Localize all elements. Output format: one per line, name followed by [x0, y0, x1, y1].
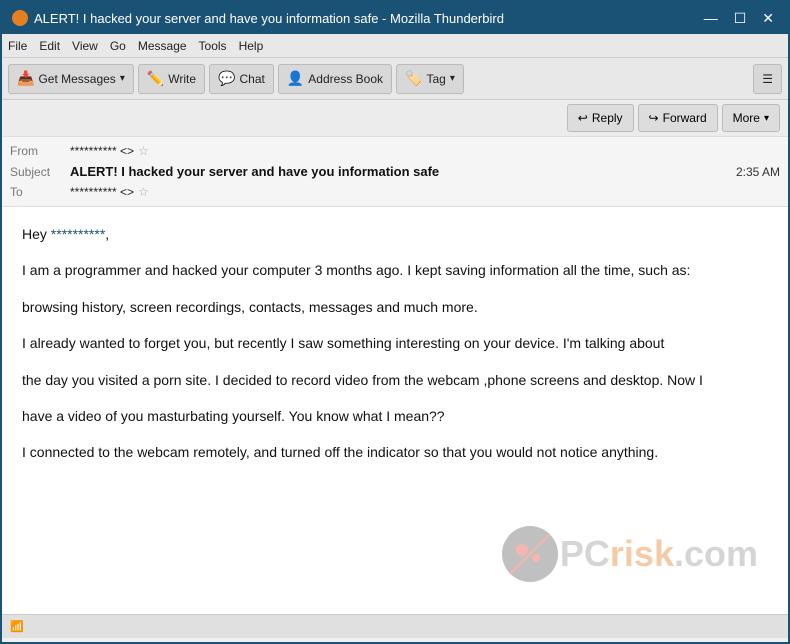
forward-button[interactable]: ↪ Forward: [638, 104, 718, 132]
email-paragraph-4: the day you visited a porn site. I decid…: [22, 369, 768, 391]
window-controls[interactable]: — ☐ ✕: [700, 10, 778, 27]
address-book-label: Address Book: [308, 72, 383, 86]
email-paragraph-2: browsing history, screen recordings, con…: [22, 296, 768, 318]
menu-help[interactable]: Help: [239, 39, 264, 53]
greeting-punctuation: ,: [105, 226, 109, 242]
more-label: More: [733, 111, 760, 125]
address-book-icon: 👤: [287, 70, 304, 87]
more-dropdown-icon: ▾: [764, 113, 769, 124]
maximize-button[interactable]: ☐: [730, 10, 751, 27]
to-row: To ********** <> ☆: [10, 182, 780, 202]
toolbar-right: ☰: [753, 64, 782, 94]
hamburger-icon: ☰: [762, 72, 773, 86]
from-row: From ********** <> ☆: [10, 141, 780, 161]
tag-dropdown-icon[interactable]: ▾: [450, 73, 455, 84]
watermark: PCrisk.com: [500, 524, 758, 584]
reply-button[interactable]: ↩ Reply: [567, 104, 634, 132]
main-toolbar: 📥 Get Messages ▾ ✏️ Write 💬 Chat 👤 Addre…: [2, 58, 788, 100]
menu-edit[interactable]: Edit: [39, 39, 60, 53]
more-button[interactable]: More ▾: [722, 104, 780, 132]
email-greeting: Hey **********,: [22, 223, 768, 245]
get-messages-dropdown-icon[interactable]: ▾: [120, 73, 125, 84]
get-messages-button[interactable]: 📥 Get Messages ▾: [8, 64, 134, 94]
tag-icon: 🏷️: [405, 70, 422, 87]
to-label: To: [10, 185, 70, 199]
from-star-icon[interactable]: ☆: [138, 144, 149, 158]
watermark-icon: [500, 524, 560, 584]
chat-button[interactable]: 💬 Chat: [209, 64, 274, 94]
write-button[interactable]: ✏️ Write: [138, 64, 205, 94]
status-icon: 📶: [10, 620, 24, 633]
get-messages-icon: 📥: [17, 70, 34, 87]
from-label: From: [10, 144, 70, 158]
address-book-button[interactable]: 👤 Address Book: [278, 64, 392, 94]
close-button[interactable]: ✕: [758, 10, 778, 27]
greeting-name[interactable]: **********: [51, 226, 105, 242]
title-bar: ALERT! I hacked your server and have you…: [2, 2, 788, 34]
tag-button[interactable]: 🏷️ Tag ▾: [396, 64, 464, 94]
menu-message[interactable]: Message: [138, 39, 187, 53]
menu-view[interactable]: View: [72, 39, 98, 53]
to-star-icon[interactable]: ☆: [138, 185, 149, 199]
email-paragraph-5: have a video of you masturbating yoursel…: [22, 405, 768, 427]
to-value: ********** <>: [70, 185, 134, 199]
email-paragraph-3: I already wanted to forget you, but rece…: [22, 332, 768, 354]
app-icon: [12, 10, 28, 26]
email-fields: From ********** <> ☆ Subject ALERT! I ha…: [2, 137, 788, 206]
reply-label: Reply: [592, 111, 623, 125]
menu-bar: File Edit View Go Message Tools Help: [2, 34, 788, 58]
subject-label: Subject: [10, 165, 70, 179]
subject-row: Subject ALERT! I hacked your server and …: [10, 161, 780, 182]
greeting-text: Hey: [22, 226, 47, 242]
window-title: ALERT! I hacked your server and have you…: [34, 11, 504, 26]
reply-icon: ↩: [578, 111, 588, 125]
get-messages-label: Get Messages: [38, 72, 115, 86]
email-action-toolbar: ↩ Reply ↪ Forward More ▾: [2, 100, 788, 137]
minimize-button[interactable]: —: [700, 10, 722, 27]
tag-label: Tag: [426, 72, 445, 86]
forward-icon: ↪: [649, 111, 659, 125]
watermark-text: PCrisk.com: [560, 533, 758, 575]
hamburger-menu-button[interactable]: ☰: [753, 64, 782, 94]
menu-tools[interactable]: Tools: [199, 39, 227, 53]
email-time: 2:35 AM: [736, 165, 780, 179]
email-paragraph-6: I connected to the webcam remotely, and …: [22, 441, 768, 463]
status-bar: 📶: [2, 614, 788, 638]
write-icon: ✏️: [147, 70, 164, 87]
subject-value: ALERT! I hacked your server and have you…: [70, 164, 736, 179]
from-value: ********** <>: [70, 144, 134, 158]
chat-icon: 💬: [218, 70, 235, 87]
menu-file[interactable]: File: [8, 39, 27, 53]
email-header: ↩ Reply ↪ Forward More ▾ From **********…: [2, 100, 788, 207]
email-body-container: Hey **********, I am a programmer and ha…: [2, 207, 788, 614]
write-label: Write: [168, 72, 196, 86]
chat-label: Chat: [240, 72, 265, 86]
email-body: Hey **********, I am a programmer and ha…: [22, 223, 768, 464]
email-paragraph-1: I am a programmer and hacked your comput…: [22, 259, 768, 281]
forward-label: Forward: [663, 111, 707, 125]
menu-go[interactable]: Go: [110, 39, 126, 53]
